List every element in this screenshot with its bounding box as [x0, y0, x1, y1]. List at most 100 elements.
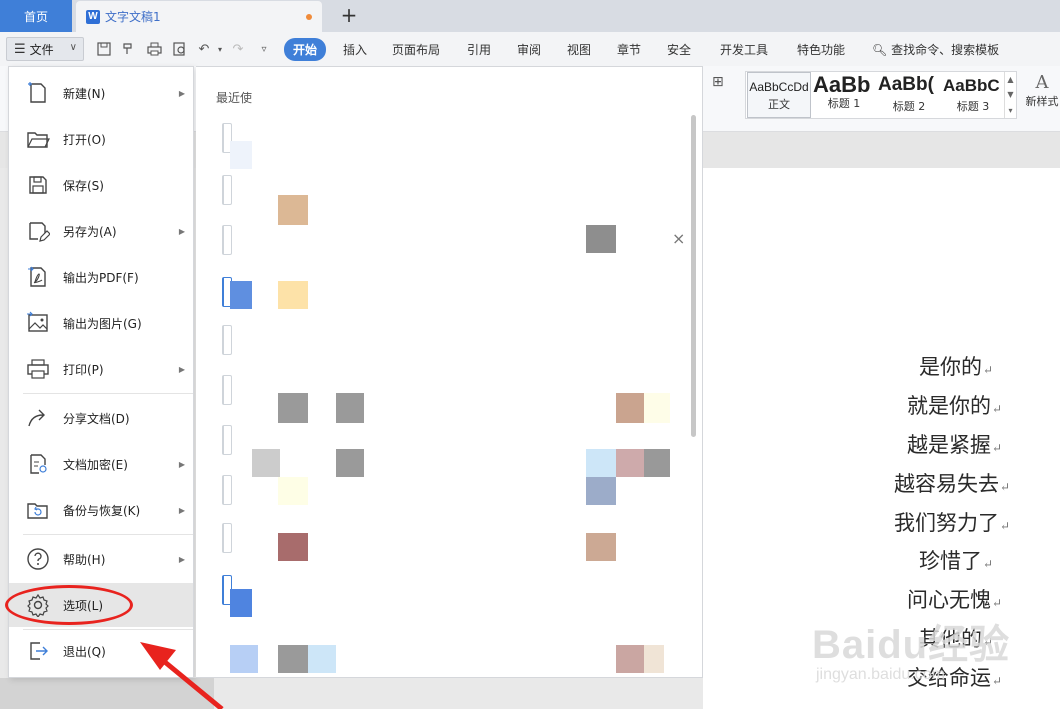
style-sample: AaBb(	[878, 74, 934, 95]
pixelated-block	[230, 589, 252, 617]
menu-item-export-image[interactable]: 输出为图片(G)	[9, 301, 193, 345]
menu-item-label: 打印(P)	[63, 362, 104, 377]
style-name: 正文	[768, 98, 790, 111]
customize-quick-icon[interactable]: ▿	[256, 41, 272, 57]
menu-item-help[interactable]: 帮助(H) ▶	[9, 537, 193, 581]
pixelated-block	[336, 449, 364, 477]
chevron-down-icon[interactable]: ▼	[1007, 90, 1013, 99]
undo-dropdown-icon[interactable]: ▾	[212, 41, 228, 57]
menu-footer	[0, 678, 214, 709]
printer-icon	[27, 359, 49, 379]
menu-item-share[interactable]: 分享文档(D)	[9, 396, 193, 440]
document-line[interactable]: 越是紧握↵	[907, 429, 1002, 459]
menu-item-label: 文档加密(E)	[63, 457, 128, 472]
pixelated-block	[230, 141, 252, 169]
chevron-up-icon[interactable]: ▲	[1007, 75, 1013, 84]
tab-home[interactable]: 首页	[0, 0, 72, 32]
tab-view[interactable]: 视图	[567, 41, 591, 58]
document-line[interactable]: 越容易失去↵	[894, 468, 1010, 498]
print-preview-icon[interactable]	[172, 41, 188, 57]
menu-item-label: 输出为图片(G)	[63, 316, 142, 331]
tab-references[interactable]: 引用	[467, 41, 491, 58]
menu-item-save-as[interactable]: 另存为(A) ▶	[9, 209, 193, 253]
menu-item-label: 新建(N)	[63, 86, 106, 101]
style-sample: AaBbCcDd	[749, 80, 809, 94]
recent-scrollbar[interactable]	[691, 115, 696, 437]
redo-icon[interactable]: ↷	[230, 41, 246, 57]
pixelated-block	[616, 393, 644, 423]
tab-document[interactable]: W 文字文稿1	[76, 1, 322, 32]
recent-title: 最近使	[216, 91, 253, 105]
tab-page-layout[interactable]: 页面布局	[392, 41, 440, 58]
file-icon	[222, 175, 232, 205]
menu-item-label: 保存(S)	[63, 178, 104, 193]
file-menu-button[interactable]: ☰ 文件 ∨	[6, 37, 84, 61]
document-line[interactable]: 就是你的↵	[907, 390, 1002, 420]
style-name: 标题 3	[956, 100, 990, 113]
file-icon	[222, 375, 232, 405]
file-menu: 新建(N) ▶ 打开(O) 保存(S) 另存为(A) ▶ 输出为PDF(F) 输…	[8, 66, 194, 678]
menu-item-save[interactable]: 保存(S)	[9, 163, 193, 207]
format-painter-icon[interactable]	[120, 41, 136, 57]
tab-start[interactable]: 开始	[284, 38, 327, 61]
new-style-button[interactable]: A 新样式	[1024, 72, 1060, 120]
more-icon[interactable]: ▾	[1008, 106, 1012, 115]
table-grid-icon[interactable]: ⊞	[712, 74, 724, 90]
menu-item-new[interactable]: 新建(N) ▶	[9, 71, 193, 115]
document-line[interactable]: 问心无愧↵	[907, 584, 1002, 614]
tab-special-features[interactable]: 特色功能	[797, 41, 845, 58]
style-heading-3[interactable]: AaBbC 标题 3	[942, 72, 1004, 118]
pixelated-block	[586, 477, 616, 505]
pixelated-block	[252, 449, 280, 477]
menu-separator	[23, 534, 193, 535]
menu-item-label: 退出(Q)	[63, 644, 106, 659]
baidu-watermark: Baidu经验 jingyan.baidu.com	[812, 612, 1010, 684]
tab-security[interactable]: 安全	[667, 41, 691, 58]
chevron-down-icon: ∨	[69, 42, 77, 53]
menu-item-backup[interactable]: 备份与恢复(K) ▶	[9, 488, 193, 532]
menu-item-export-pdf[interactable]: 输出为PDF(F)	[9, 255, 193, 299]
style-heading-2[interactable]: AaBb( 标题 2	[877, 72, 941, 118]
new-doc-icon	[28, 82, 46, 103]
main-toolbar: ☰ 文件 ∨ ↶ ▾ ↷ ▿ 开始 插入 页面布局 引用 审阅 视图 章节 安全…	[0, 32, 1060, 66]
exit-icon	[30, 642, 48, 660]
tab-insert[interactable]: 插入	[343, 41, 367, 58]
file-icon	[222, 225, 232, 255]
menu-item-open[interactable]: 打开(O)	[9, 117, 193, 161]
pixelated-block	[644, 449, 670, 477]
menu-item-encrypt[interactable]: 文档加密(E) ▶	[9, 442, 193, 486]
pixelated-block	[586, 533, 616, 561]
style-normal[interactable]: AaBbCcDd 正文	[747, 72, 811, 118]
pixelated-block	[586, 449, 616, 477]
pixelated-block	[616, 449, 644, 477]
style-name: 标题 1	[827, 97, 861, 110]
close-icon[interactable]: ×	[672, 229, 685, 248]
pixelated-block	[278, 195, 308, 225]
new-tab-button[interactable]: +	[338, 3, 360, 27]
pixelated-block	[278, 533, 308, 561]
tab-developer[interactable]: 开发工具	[720, 41, 768, 58]
command-search[interactable]: 🔍︎ 查找命令、搜索模板	[872, 41, 999, 58]
gallery-scroll[interactable]: ▲ ▼ ▾	[1004, 72, 1016, 118]
file-icon	[222, 523, 232, 553]
menu-item-exit[interactable]: 退出(Q)	[9, 629, 193, 673]
document-line[interactable]: 珍惜了↵	[919, 545, 993, 575]
pixelated-block	[278, 645, 308, 673]
pixelated-block	[644, 393, 670, 423]
styles-gallery: AaBbCcDd 正文 AaBb 标题 1 AaBb( 标题 2 AaBbC 标…	[745, 71, 1017, 119]
tab-chapter[interactable]: 章节	[617, 41, 641, 58]
document-line[interactable]: 我们努力了↵	[894, 507, 1010, 537]
document-line[interactable]: 是你的↵	[919, 351, 993, 381]
save-quick-icon[interactable]	[96, 41, 112, 57]
submenu-arrow-icon: ▶	[178, 226, 185, 236]
style-heading-1[interactable]: AaBb 标题 1	[812, 72, 876, 118]
menu-item-label: 另存为(A)	[63, 224, 117, 239]
tab-review[interactable]: 审阅	[517, 41, 541, 58]
command-search-label: 查找命令、搜索模板	[891, 43, 1000, 57]
print-quick-icon[interactable]	[146, 41, 162, 57]
submenu-arrow-icon: ▶	[178, 364, 185, 374]
undo-icon[interactable]: ↶	[196, 41, 212, 57]
submenu-arrow-icon: ▶	[178, 459, 185, 469]
menu-item-print[interactable]: 打印(P) ▶	[9, 347, 193, 391]
new-style-label: 新样式	[1025, 95, 1059, 108]
